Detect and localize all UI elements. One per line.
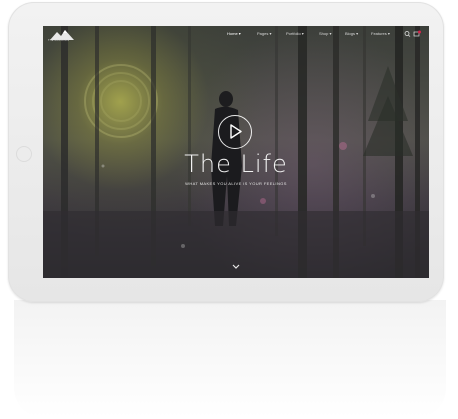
nav-item-pages[interactable]: Pages ▾	[257, 31, 271, 36]
nav-item-home[interactable]: Home ▾	[227, 31, 241, 36]
device-mockup: THE MOUNTAIN Home ▾ Pages ▾ Portfolio ▾ …	[0, 0, 458, 419]
cart-icon[interactable]	[413, 30, 421, 37]
hero-title: The Life	[184, 150, 288, 178]
website-screen: THE MOUNTAIN Home ▾ Pages ▾ Portfolio ▾ …	[43, 26, 429, 278]
device-reflection	[14, 300, 446, 418]
hero-subtitle: WHAT MAKES YOU ALIVE IS YOUR FEELINGS	[185, 181, 287, 186]
logo-text[interactable]: THE MOUNTAIN	[48, 39, 69, 42]
tablet-frame: THE MOUNTAIN Home ▾ Pages ▾ Portfolio ▾ …	[8, 2, 444, 302]
header-icons	[404, 30, 421, 37]
site-header: THE MOUNTAIN Home ▾ Pages ▾ Portfolio ▾ …	[43, 26, 429, 44]
nav-item-features[interactable]: Features ▾	[371, 31, 390, 36]
play-icon	[230, 124, 242, 139]
nav-item-portfolio[interactable]: Portfolio ▾	[286, 31, 304, 36]
home-button[interactable]	[16, 146, 32, 162]
nav-item-shop[interactable]: Shop ▾	[319, 31, 331, 36]
chevron-down-icon[interactable]	[230, 263, 242, 271]
nav-item-blogs[interactable]: Blogs ▾	[345, 31, 358, 36]
play-button[interactable]	[218, 115, 252, 149]
search-icon[interactable]	[404, 31, 411, 37]
